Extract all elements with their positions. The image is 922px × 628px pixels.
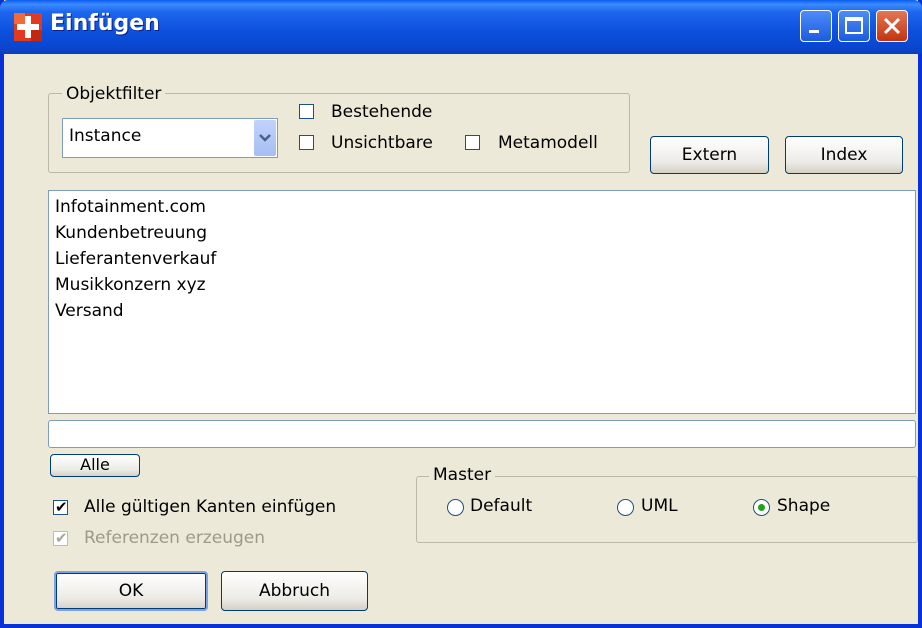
existing-checkbox[interactable] — [299, 104, 314, 119]
app-icon — [14, 13, 42, 41]
list-item[interactable]: Musikkonzern xyz — [55, 275, 206, 295]
index-button[interactable]: Index — [785, 136, 903, 174]
create-refs-checkbox: ✔ — [53, 529, 68, 547]
minimize-button[interactable] — [800, 10, 832, 42]
object-filter-legend: Objektfilter — [62, 84, 166, 104]
insert-edges-label: Alle gültigen Kanten einfügen — [84, 497, 337, 517]
list-item[interactable]: Infotainment.com — [55, 197, 206, 217]
radio-selected-dot — [758, 504, 765, 511]
window-title: Einfügen — [50, 11, 160, 36]
object-type-combobox[interactable]: Instance — [62, 118, 278, 158]
metamodel-label: Metamodell — [498, 133, 598, 153]
select-all-button[interactable]: Alle — [50, 454, 140, 477]
master-shape-label: Shape — [777, 496, 831, 516]
master-uml-radio[interactable] — [617, 499, 634, 516]
list-item[interactable]: Lieferantenverkauf — [55, 249, 216, 269]
master-default-label: Default — [470, 496, 533, 516]
title-bar[interactable]: Einfügen — [0, 0, 922, 54]
master-uml-label: UML — [641, 496, 678, 516]
master-legend: Master — [429, 465, 496, 485]
chevron-down-icon — [259, 134, 271, 142]
master-shape-radio[interactable] — [753, 499, 770, 516]
existing-label: Bestehende — [331, 102, 433, 122]
combo-dropdown-button[interactable] — [254, 120, 276, 156]
cancel-button[interactable]: Abbruch — [221, 571, 368, 611]
extern-button[interactable]: Extern — [650, 136, 769, 174]
object-type-value: Instance — [69, 126, 142, 146]
insert-dialog: Einfügen Objektfilter Instance Bestehend… — [0, 0, 922, 628]
checkmark-icon: ✔ — [55, 529, 68, 547]
master-default-radio[interactable] — [447, 499, 464, 516]
ok-button[interactable]: OK — [54, 571, 208, 611]
maximize-icon — [845, 17, 863, 34]
checkmark-icon: ✔ — [55, 498, 68, 516]
invisible-label: Unsichtbare — [331, 133, 433, 153]
insert-edges-checkbox[interactable]: ✔ — [53, 498, 68, 516]
list-item[interactable]: Kundenbetreuung — [55, 223, 207, 243]
close-icon — [883, 17, 901, 35]
invisible-checkbox[interactable] — [299, 135, 314, 150]
metamodel-checkbox[interactable] — [465, 135, 480, 150]
close-button[interactable] — [876, 10, 908, 42]
maximize-button[interactable] — [838, 10, 870, 42]
object-list[interactable]: Infotainment.com Kundenbetreuung Liefera… — [48, 190, 916, 414]
name-input[interactable] — [48, 420, 916, 448]
create-refs-label: Referenzen erzeugen — [84, 528, 265, 548]
list-item[interactable]: Versand — [55, 301, 124, 321]
minimize-icon — [809, 30, 819, 33]
